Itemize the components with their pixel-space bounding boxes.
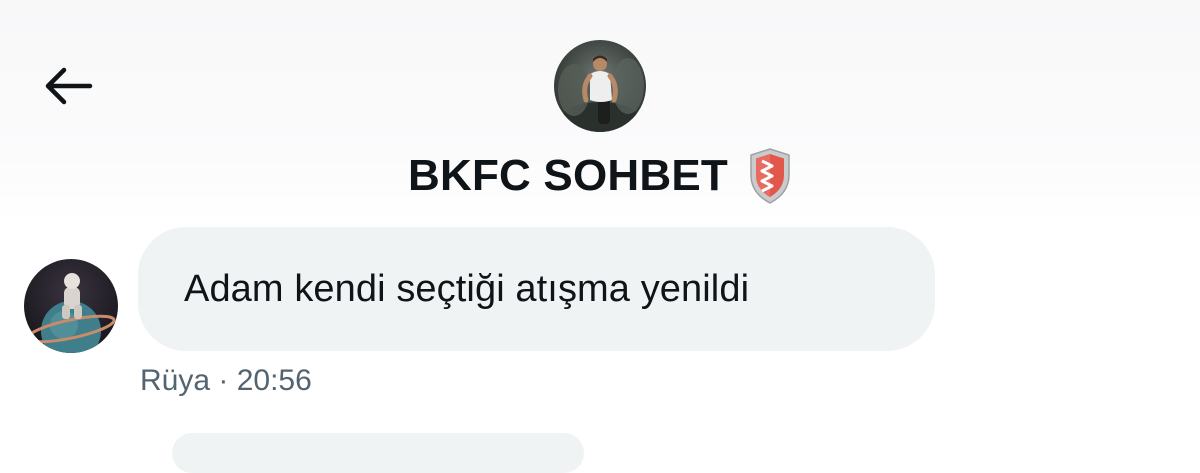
message-bubble[interactable] bbox=[172, 433, 584, 473]
shield-icon bbox=[750, 148, 790, 204]
group-avatar[interactable] bbox=[554, 40, 646, 132]
group-title-row: BKFC SOHBET bbox=[0, 144, 1200, 208]
message-meta: Rüya · 20:56 bbox=[140, 364, 312, 397]
message-bubble[interactable]: Adam kendi seçtiği atışma yenildi bbox=[138, 227, 935, 351]
sender-avatar[interactable] bbox=[24, 259, 118, 353]
back-button[interactable] bbox=[38, 60, 98, 112]
message-text: Adam kendi seçtiği atışma yenildi bbox=[184, 267, 750, 310]
group-avatar-image bbox=[558, 55, 644, 132]
sender-avatar-image bbox=[26, 273, 116, 353]
arrow-left-icon bbox=[45, 67, 93, 105]
group-title: BKFC SOHBET bbox=[408, 151, 728, 200]
